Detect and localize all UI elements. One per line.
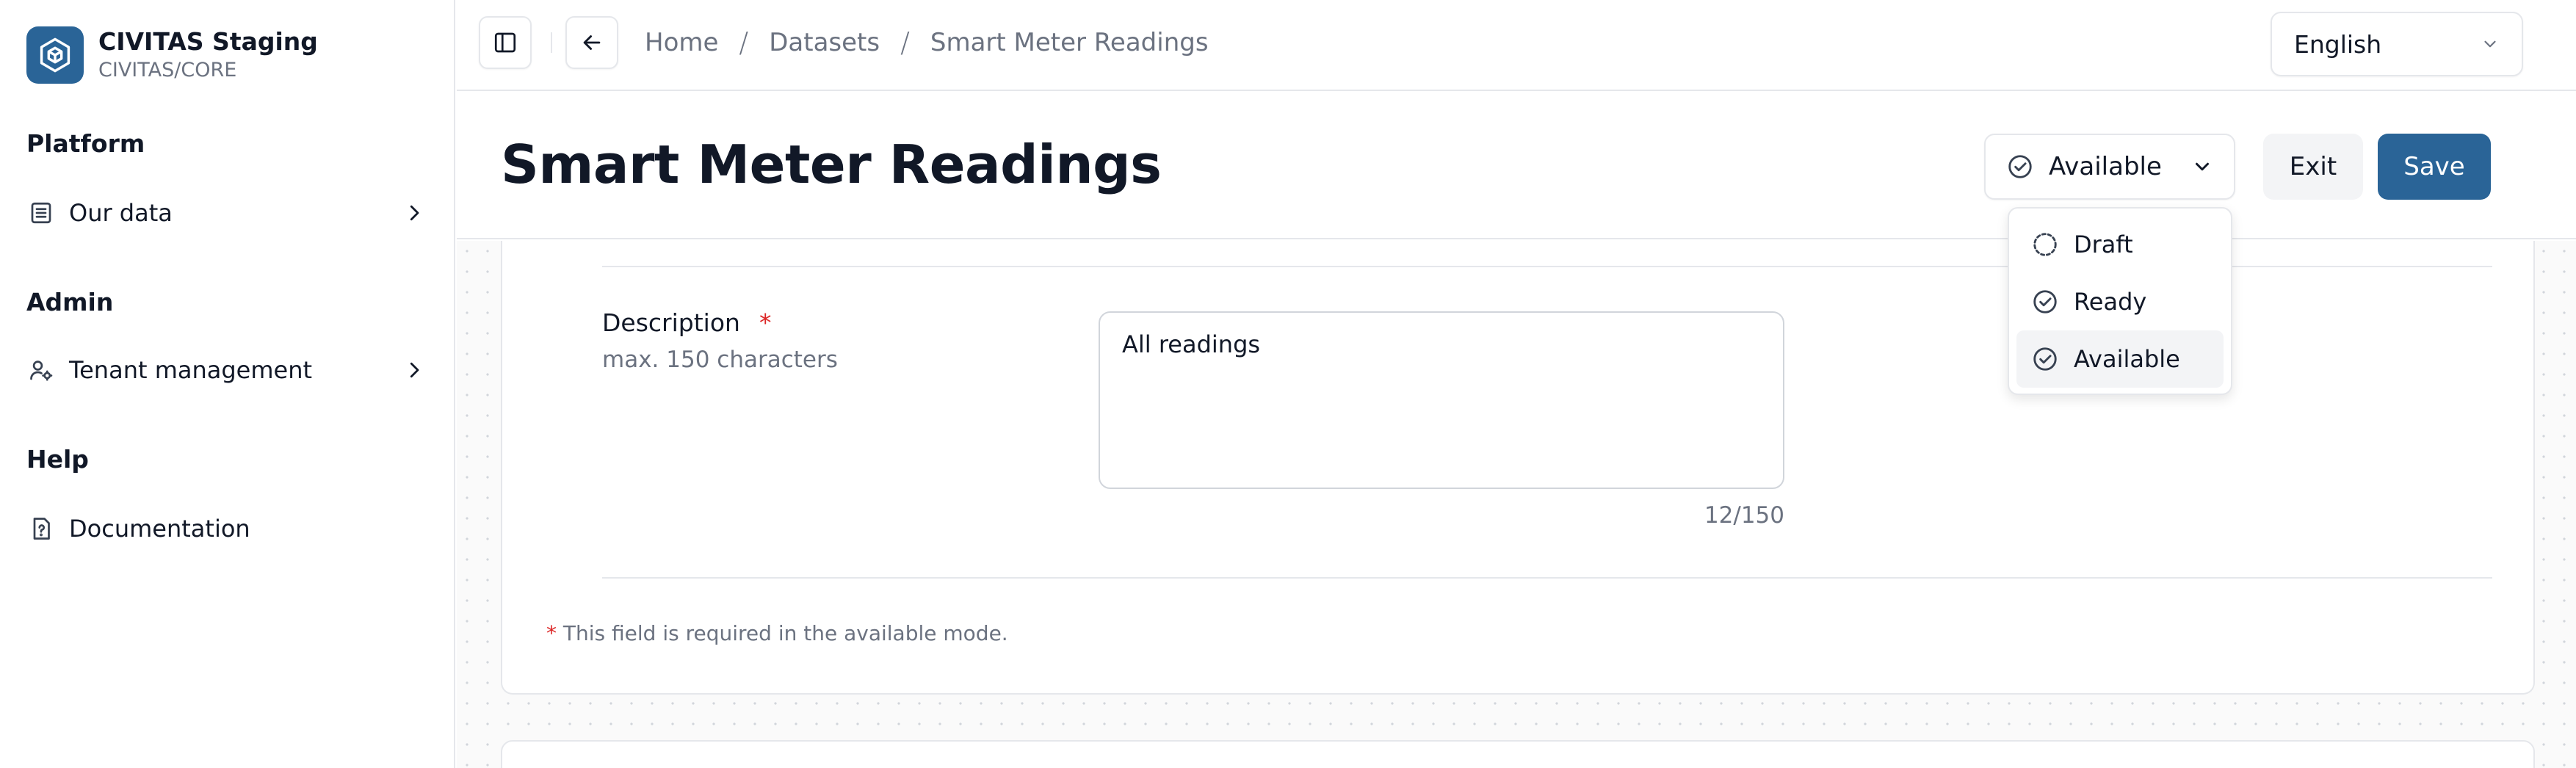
brand-subtitle: CIVITAS/CORE (98, 59, 237, 81)
breadcrumb-current: Smart Meter Readings (930, 28, 1209, 57)
brand[interactable]: CIVITAS Staging CIVITAS/CORE (26, 26, 318, 84)
breadcrumb-datasets[interactable]: Datasets (769, 28, 880, 57)
section-label-platform: Platform (26, 129, 145, 158)
sidebar-item-documentation[interactable]: Documentation (26, 507, 429, 551)
next-card (501, 740, 2535, 768)
sidebar-item-label: Documentation (69, 515, 250, 543)
back-button[interactable] (565, 16, 618, 69)
sidebar-item-label: Tenant management (69, 356, 313, 384)
status-option-label: Ready (2074, 288, 2147, 316)
exit-button[interactable]: Exit (2263, 134, 2363, 200)
circle-dashed-icon (2031, 231, 2059, 258)
section-label-help: Help (26, 445, 89, 474)
status-option-label: Draft (2074, 231, 2133, 258)
description-hint: max. 150 characters (602, 347, 838, 373)
page-header: Smart Meter Readings Available Exit Save (457, 93, 2576, 239)
toggle-sidebar-button[interactable] (479, 16, 532, 69)
sidebar-item-label: Our data (69, 199, 173, 227)
status-select[interactable]: Available (1984, 134, 2235, 200)
chevron-right-icon (399, 355, 429, 385)
breadcrumb-separator: / (900, 26, 910, 59)
language-select[interactable]: English (2271, 12, 2523, 76)
user-cog-icon (26, 355, 56, 385)
page-title: Smart Meter Readings (501, 134, 1162, 195)
language-value: English (2294, 29, 2382, 59)
section-label-admin: Admin (26, 288, 114, 316)
required-note: * This field is required in the availabl… (546, 621, 1008, 645)
description-label: Description * (602, 308, 771, 337)
topbar: Home / Datasets / Smart Meter Readings E… (457, 0, 2576, 91)
breadcrumb: Home / Datasets / Smart Meter Readings (645, 26, 1209, 59)
list-icon (26, 198, 56, 228)
divider (602, 577, 2492, 579)
status-option-ready[interactable]: Ready (2016, 273, 2224, 330)
circle-check-icon (2031, 345, 2059, 373)
file-question-icon (26, 514, 56, 543)
required-marker: * (759, 308, 772, 337)
chevron-down-icon (2191, 156, 2213, 178)
status-option-draft[interactable]: Draft (2016, 216, 2224, 273)
hexagon-cube-icon (26, 26, 84, 84)
breadcrumb-home[interactable]: Home (645, 28, 718, 57)
content-area: Description * max. 150 characters All rea… (457, 241, 2576, 768)
arrow-left-icon (579, 30, 604, 55)
sidebar-item-our-data[interactable]: Our data (26, 191, 429, 235)
save-button[interactable]: Save (2378, 134, 2491, 200)
required-note-text: This field is required in the available … (562, 621, 1008, 645)
status-value: Available (2049, 152, 2162, 181)
circle-check-icon (2006, 153, 2034, 181)
status-option-available[interactable]: Available (2016, 330, 2224, 388)
brand-title: CIVITAS Staging (98, 27, 318, 56)
toolbar-divider (551, 32, 552, 53)
circle-check-icon (2031, 288, 2059, 316)
character-counter: 12/150 (1704, 502, 1784, 529)
status-menu: Draft Ready Available (2008, 207, 2232, 395)
chevron-right-icon (399, 198, 429, 228)
required-marker: * (546, 621, 557, 645)
chevron-down-icon (2481, 35, 2500, 54)
description-label-text: Description (602, 308, 740, 337)
breadcrumb-separator: / (739, 26, 749, 59)
sidebar-item-tenant-management[interactable]: Tenant management (26, 348, 429, 392)
description-field[interactable]: All readings (1099, 311, 1784, 489)
sidebar: CIVITAS Staging CIVITAS/CORE Platform Ou… (0, 0, 455, 768)
panel-left-icon (492, 29, 518, 56)
status-option-label: Available (2074, 345, 2180, 373)
